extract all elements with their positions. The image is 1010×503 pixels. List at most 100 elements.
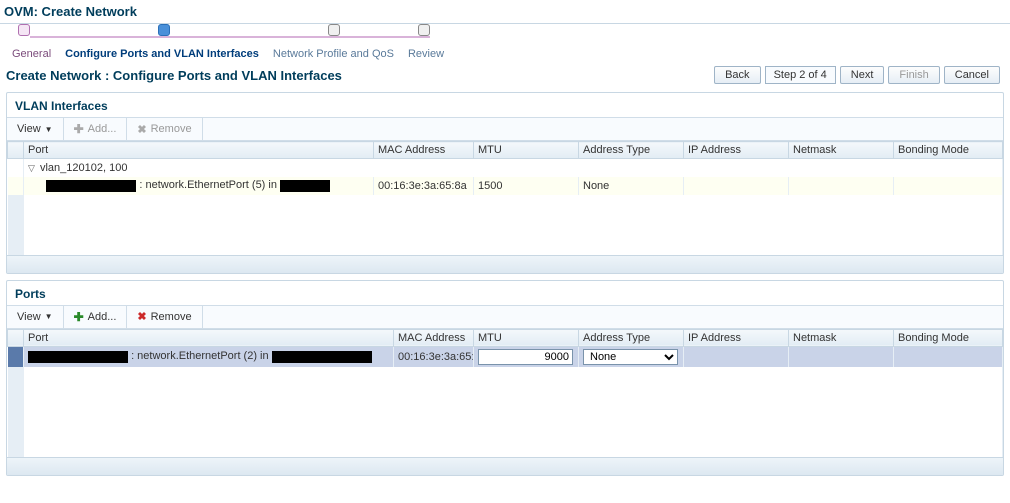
x-icon: ✖ [137, 310, 146, 323]
view-label: View [17, 311, 41, 323]
cell-mtu: 1500 [474, 177, 579, 195]
col-ip[interactable]: IP Address [684, 142, 789, 159]
chevron-down-icon: ▼ [45, 312, 53, 321]
remove-label: Remove [151, 123, 192, 135]
ports-data-row[interactable]: : network.EthernetPort (2) in 00:16:3e:3… [8, 346, 1003, 367]
cell-mac: 00:16:3e:3a:65:87 [394, 346, 474, 367]
plus-icon: ✚ [74, 310, 84, 324]
col-netmask[interactable]: Netmask [789, 142, 894, 159]
cell-ip [684, 177, 789, 195]
col-bonding[interactable]: Bonding Mode [894, 329, 1003, 346]
back-button[interactable]: Back [714, 66, 760, 84]
redacted-suffix [280, 180, 330, 192]
ports-add-button[interactable]: ✚ Add... [64, 306, 128, 328]
ports-table: Port MAC Address MTU Address Type IP Add… [7, 329, 1003, 457]
ports-panel-title: Ports [7, 281, 1003, 305]
page-header: OVM: Create Network [0, 0, 1010, 24]
ports-empty-space [8, 367, 1003, 457]
ports-table-footer [7, 457, 1003, 475]
wizard-label-general[interactable]: General [12, 48, 51, 60]
plus-icon: ✚ [74, 122, 84, 136]
vlan-view-menu[interactable]: View ▼ [7, 118, 64, 140]
wizard-node-configure-ports[interactable] [158, 24, 170, 36]
ports-header-row: Port MAC Address MTU Address Type IP Add… [8, 329, 1003, 346]
x-icon: ✖ [137, 123, 146, 136]
view-label: View [17, 123, 41, 135]
wizard-node-general[interactable] [18, 24, 30, 36]
mtu-input[interactable] [478, 349, 573, 365]
cell-addr-type: None [579, 177, 684, 195]
next-button[interactable]: Next [840, 66, 885, 84]
group-label: vlan_120102, 100 [40, 162, 127, 174]
col-netmask[interactable]: Netmask [789, 329, 894, 346]
cell-bonding [894, 177, 1003, 195]
row-handle-header [8, 142, 24, 159]
vlan-add-button: ✚ Add... [64, 118, 128, 140]
subheader-row: Create Network : Configure Ports and VLA… [0, 62, 1010, 90]
col-addr-type[interactable]: Address Type [579, 142, 684, 159]
finish-button: Finish [888, 66, 939, 84]
vlan-header-row: Port MAC Address MTU Address Type IP Add… [8, 142, 1003, 159]
cell-port: : network.EthernetPort (2) in [24, 346, 394, 367]
cell-bonding [894, 346, 1003, 367]
cell-port: : network.EthernetPort (5) in [24, 177, 374, 195]
vlan-table-footer [7, 255, 1003, 273]
wizard-label-review[interactable]: Review [408, 48, 444, 60]
vlan-toolbar: View ▼ ✚ Add... ✖ Remove [7, 117, 1003, 141]
wizard-line [30, 36, 430, 38]
ports-toolbar: View ▼ ✚ Add... ✖ Remove [7, 305, 1003, 329]
row-handle[interactable] [8, 346, 24, 367]
vlan-interfaces-panel: VLAN Interfaces View ▼ ✚ Add... ✖ Remove… [6, 92, 1004, 274]
vlan-table-wrap: Port MAC Address MTU Address Type IP Add… [7, 141, 1003, 255]
page-title: OVM: Create Network [4, 4, 137, 19]
wizard-label-network-profile[interactable]: Network Profile and QoS [273, 48, 394, 60]
col-mac[interactable]: MAC Address [374, 142, 474, 159]
cell-mtu [474, 346, 579, 367]
col-mtu[interactable]: MTU [474, 142, 579, 159]
vlan-empty-space [8, 195, 1003, 255]
col-bonding[interactable]: Bonding Mode [894, 142, 1003, 159]
group-cell[interactable]: ▽ vlan_120102, 100 [24, 159, 1003, 177]
remove-label: Remove [151, 311, 192, 323]
ports-remove-button[interactable]: ✖ Remove [127, 306, 202, 328]
subheader-title: Create Network : Configure Ports and VLA… [6, 68, 342, 83]
triangle-down-icon: ▽ [28, 163, 35, 173]
vlan-table: Port MAC Address MTU Address Type IP Add… [7, 141, 1003, 255]
col-mac[interactable]: MAC Address [394, 329, 474, 346]
redacted-host [28, 351, 128, 363]
port-mid: : network.EthernetPort (2) in [131, 350, 269, 362]
vlan-data-row[interactable]: : network.EthernetPort (5) in 00:16:3e:3… [8, 177, 1003, 195]
vlan-remove-button: ✖ Remove [127, 118, 202, 140]
vlan-group-row[interactable]: ▽ vlan_120102, 100 [8, 159, 1003, 177]
col-ip[interactable]: IP Address [684, 329, 789, 346]
add-label: Add... [88, 311, 117, 323]
cell-netmask [789, 177, 894, 195]
ports-panel: Ports View ▼ ✚ Add... ✖ Remove Port MAC … [6, 280, 1004, 476]
row-handle-header [8, 329, 24, 346]
nav-buttons: Back Step 2 of 4 Next Finish Cancel [714, 66, 1000, 84]
col-port[interactable]: Port [24, 142, 374, 159]
wizard-node-review[interactable] [418, 24, 430, 36]
cancel-button[interactable]: Cancel [944, 66, 1000, 84]
col-mtu[interactable]: MTU [474, 329, 579, 346]
cell-netmask [789, 346, 894, 367]
chevron-down-icon: ▼ [45, 125, 53, 134]
wizard-label-configure-ports[interactable]: Configure Ports and VLAN Interfaces [65, 48, 259, 60]
cell-addr-type: None [579, 346, 684, 367]
redacted-host [46, 180, 136, 192]
row-handle[interactable] [8, 177, 24, 195]
port-mid: : network.EthernetPort (5) in [139, 179, 277, 191]
ports-view-menu[interactable]: View ▼ [7, 306, 64, 328]
col-addr-type[interactable]: Address Type [579, 329, 684, 346]
cell-mac: 00:16:3e:3a:65:8a [374, 177, 474, 195]
address-type-select[interactable]: None [583, 349, 678, 365]
wizard-steps: General Configure Ports and VLAN Interfa… [0, 24, 1010, 62]
row-handle[interactable] [8, 159, 24, 177]
add-label: Add... [88, 123, 117, 135]
wizard-node-network-profile[interactable] [328, 24, 340, 36]
ports-table-wrap: Port MAC Address MTU Address Type IP Add… [7, 329, 1003, 457]
redacted-suffix [272, 351, 372, 363]
step-indicator: Step 2 of 4 [765, 66, 836, 84]
cell-ip [684, 346, 789, 367]
col-port[interactable]: Port [24, 329, 394, 346]
